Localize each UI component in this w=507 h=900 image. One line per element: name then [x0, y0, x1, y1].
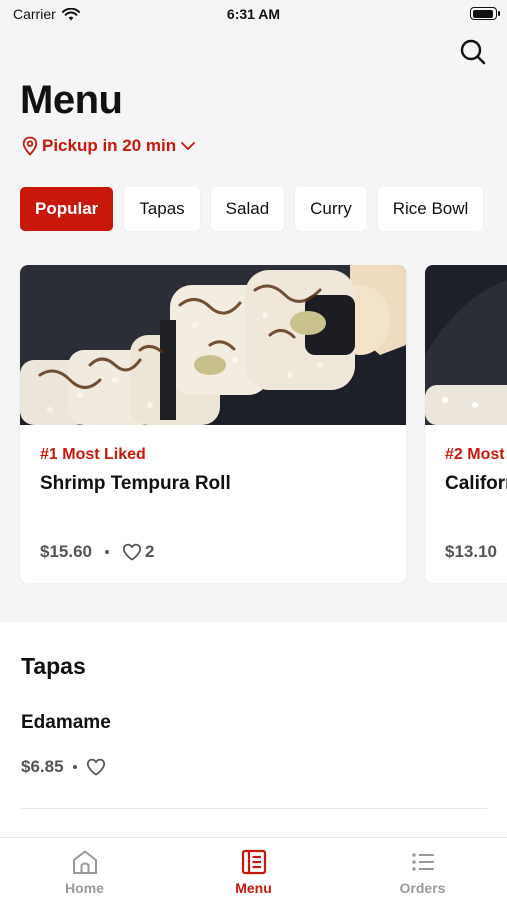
- category-chip-popular[interactable]: Popular: [20, 187, 114, 231]
- battery-icon: [470, 7, 500, 20]
- like-count: 2: [145, 542, 155, 561]
- category-chip-salad[interactable]: Salad: [210, 187, 285, 231]
- tab-menu[interactable]: Menu: [169, 838, 338, 900]
- tab-label: Menu: [235, 880, 272, 896]
- like-button[interactable]: 2: [122, 542, 154, 562]
- separator-dot: [72, 765, 77, 769]
- category-chip-curry[interactable]: Curry: [295, 187, 367, 231]
- card-item-name: California Roll: [445, 473, 507, 494]
- card-meta: $15.60 2: [40, 542, 154, 562]
- pickup-label: Pickup in 20 min: [42, 136, 177, 155]
- sushi-roll-image: [425, 265, 507, 425]
- tab-home[interactable]: Home: [0, 838, 169, 900]
- tab-orders[interactable]: Orders: [338, 838, 507, 900]
- status-bar: Carrier 6:31 AM: [0, 0, 507, 30]
- menu-item-meta: $6.85: [21, 757, 106, 777]
- search-button[interactable]: [459, 38, 487, 66]
- location-pin-icon: [22, 136, 38, 156]
- page-title: Menu: [20, 78, 123, 122]
- menu-book-icon: [241, 849, 266, 875]
- card-price: $13.10: [445, 542, 497, 561]
- tab-label: Orders: [399, 880, 446, 896]
- sushi-roll-image: [20, 265, 406, 425]
- featured-card[interactable]: #1 Most Liked Shrimp Tempura Roll $15.60…: [20, 265, 406, 583]
- card-rank-label: #1 Most Liked: [40, 446, 146, 463]
- heart-icon[interactable]: [86, 758, 106, 776]
- menu-item-price: $6.85: [21, 757, 64, 776]
- menu-section: Tapas Edamame $6.85: [0, 622, 507, 837]
- separator-dot: [105, 550, 109, 554]
- chevron-down-icon: [181, 142, 196, 150]
- divider: [21, 808, 487, 809]
- featured-carousel[interactable]: #1 Most Liked Shrimp Tempura Roll $15.60…: [0, 265, 507, 583]
- category-chip-rice-bowl[interactable]: Rice Bowl: [377, 187, 484, 231]
- category-tabs: Popular Tapas Salad Curry Rice Bowl: [20, 187, 507, 231]
- featured-card[interactable]: #2 Most Liked California Roll $13.10: [425, 265, 507, 583]
- home-icon: [72, 850, 97, 874]
- tab-label: Home: [65, 880, 104, 896]
- card-meta: $13.10: [445, 542, 497, 562]
- card-rank-label: #2 Most Liked: [445, 446, 507, 463]
- clock: 6:31 AM: [226, 6, 281, 22]
- bottom-tab-bar: Home Menu Orders: [0, 837, 507, 900]
- menu-item-name[interactable]: Edamame: [21, 712, 111, 734]
- search-icon: [460, 39, 486, 65]
- card-item-name: Shrimp Tempura Roll: [40, 473, 231, 494]
- card-price: $15.60: [40, 542, 92, 561]
- list-icon: [411, 853, 434, 871]
- category-chip-tapas[interactable]: Tapas: [124, 187, 200, 231]
- pickup-time-selector[interactable]: Pickup in 20 min: [22, 136, 196, 156]
- section-title: Tapas: [21, 653, 86, 679]
- heart-icon: [122, 543, 142, 561]
